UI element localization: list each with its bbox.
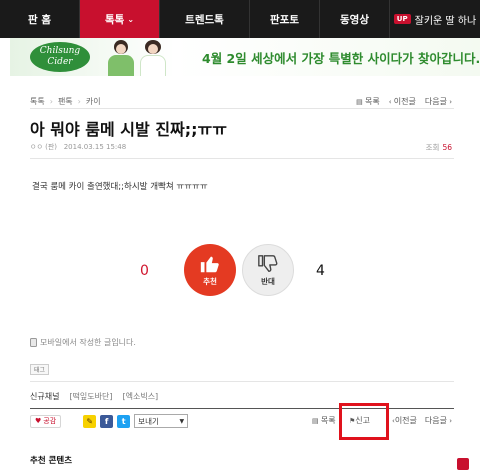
- like-label: 공감: [43, 417, 57, 425]
- channel-label: 신규채널: [30, 392, 60, 401]
- breadcrumb-item[interactable]: 카이: [86, 96, 101, 107]
- list-icon: ▤: [356, 98, 366, 106]
- next-link-label: 다음글: [424, 416, 447, 425]
- mobile-note: 모바일에서 작성한 글입니다.: [30, 337, 136, 348]
- prev-link-bottom[interactable]: ‹이전글: [392, 415, 417, 426]
- nav-promo-label: 잘키운 딸 하나: [414, 15, 477, 27]
- upvote-label: 추천: [203, 277, 217, 286]
- divider: [30, 108, 454, 109]
- top-nav: 판 홈 톡톡 ⌄ 트렌드톡 판포토 동영상 UP 잘키운 딸 하나: [0, 0, 480, 38]
- heart-icon: ♥: [35, 417, 42, 425]
- ad-banner[interactable]: Chilsung Cider 4월 2일 세상에서 가장 특별한 사이다가 찾아…: [10, 38, 480, 76]
- twitter-share-icon[interactable]: t: [117, 414, 131, 428]
- post-meta: ㅇㅇ (판) 2014.03.15 15:48: [30, 142, 126, 152]
- upvote-count: 0: [140, 263, 149, 279]
- thumbs-down-icon: [258, 255, 278, 273]
- view-count-value: 56: [442, 143, 452, 152]
- list-link-bottom[interactable]: ▤ 목록: [312, 415, 336, 426]
- breadcrumb: 톡톡 › 팬톡 › 카이: [30, 96, 101, 107]
- chevron-right-icon: ›: [77, 97, 81, 106]
- prev-next-bottom: ‹이전글 다음글 ›: [392, 415, 452, 426]
- upvote-button[interactable]: 추천: [184, 244, 236, 296]
- recommended-content-heading: 추천 콘텐츠: [30, 456, 73, 466]
- nav-item-label: 판포토: [270, 13, 299, 26]
- nav-item-label: 동영상: [340, 13, 369, 26]
- corner-badge-icon[interactable]: [457, 458, 469, 470]
- kakao-share-icon[interactable]: ✎: [83, 414, 97, 428]
- prev-link-top[interactable]: ‹ 이전글: [389, 96, 416, 107]
- banner-headline: 4월 2일 세상에서 가장 특별한 사이다가 찾아갑니다.: [202, 51, 480, 66]
- chevron-right-icon: ›: [49, 97, 53, 106]
- post-nav-top: ▤ 목록 ‹ 이전글 다음글 ›: [356, 96, 452, 107]
- facebook-share-icon[interactable]: f: [100, 414, 114, 428]
- list-link-top[interactable]: ▤ 목록: [356, 96, 380, 107]
- downvote-label: 반대: [261, 277, 275, 286]
- thumbs-up-icon: [200, 256, 219, 273]
- chilsung-cider-logo: Chilsung Cider: [30, 42, 90, 72]
- channel-link[interactable]: [떡잎도바단]: [69, 391, 112, 402]
- next-link-label: 다음글: [424, 97, 447, 106]
- breadcrumb-item[interactable]: 톡톡: [30, 96, 45, 107]
- up-badge: UP: [393, 14, 411, 24]
- list-link-label: 목록: [320, 416, 336, 425]
- nav-item-label: 판 홈: [28, 13, 51, 26]
- channel-row: 신규채널 [떡잎도바단] [엑소빅스]: [30, 391, 158, 402]
- nav-item-pann-home[interactable]: 판 홈: [0, 0, 80, 38]
- send-select[interactable]: 보내기 ▼: [134, 414, 189, 428]
- dropdown-arrow-icon: ▼: [179, 417, 185, 425]
- chevron-down-icon: ⌄: [127, 14, 135, 24]
- divider: [30, 408, 454, 409]
- nav-item-label: 톡톡: [104, 13, 125, 26]
- channel-link[interactable]: [엑소빅스]: [123, 391, 159, 402]
- report-button[interactable]: ⚑신고: [349, 415, 370, 426]
- view-count-label: 조회: [425, 143, 440, 152]
- next-link-top[interactable]: 다음글 ›: [425, 96, 452, 107]
- share-bar: ♥ 공감 ✎ f t 보내기 ▼: [30, 414, 189, 428]
- nav-promo-link[interactable]: UP 잘키운 딸 하나: [390, 0, 480, 38]
- post-title: 아 뭐야 룸메 시발 진짜;;ㅠㅠ: [30, 120, 227, 139]
- list-icon: ▤: [312, 417, 321, 425]
- next-link-bottom[interactable]: 다음글 ›: [425, 415, 452, 426]
- ad-person-image: [108, 40, 134, 76]
- ad-person-image: [140, 40, 166, 76]
- chevron-right-icon: ›: [446, 98, 452, 106]
- like-button[interactable]: ♥ 공감: [30, 414, 62, 428]
- report-label: 신고: [355, 416, 371, 425]
- tag-label: 태그: [30, 364, 50, 375]
- divider: [30, 381, 454, 382]
- view-count: 조회 56: [426, 142, 452, 153]
- nav-item-pann-photo[interactable]: 판포토: [250, 0, 320, 38]
- prev-link-label: 이전글: [393, 97, 416, 106]
- divider: [30, 158, 454, 159]
- nav-item-toktok[interactable]: 톡톡 ⌄: [80, 0, 160, 38]
- send-select-value: 보내기: [138, 416, 159, 426]
- post-author[interactable]: ㅇㅇ (판): [30, 143, 57, 151]
- chevron-right-icon: ›: [447, 417, 453, 425]
- breadcrumb-item[interactable]: 팬톡: [58, 96, 73, 107]
- post-body: 결국 룸메 카이 출연했대;;하시발 개빡쳐 ㅠㅠㅠㅠ: [32, 182, 208, 192]
- mobile-note-text: 모바일에서 작성한 글입니다.: [40, 338, 136, 347]
- mobile-phone-icon: [30, 338, 37, 347]
- downvote-count: 4: [316, 263, 325, 279]
- list-link-label: 목록: [365, 97, 380, 106]
- prev-link-label: 이전글: [394, 416, 417, 425]
- nav-item-trend-tok[interactable]: 트렌드톡: [160, 0, 250, 38]
- downvote-button[interactable]: 반대: [242, 244, 294, 296]
- post-date: 2014.03.15 15:48: [63, 143, 127, 151]
- nav-item-video[interactable]: 동영상: [320, 0, 390, 38]
- nav-item-label: 트렌드톡: [185, 13, 224, 26]
